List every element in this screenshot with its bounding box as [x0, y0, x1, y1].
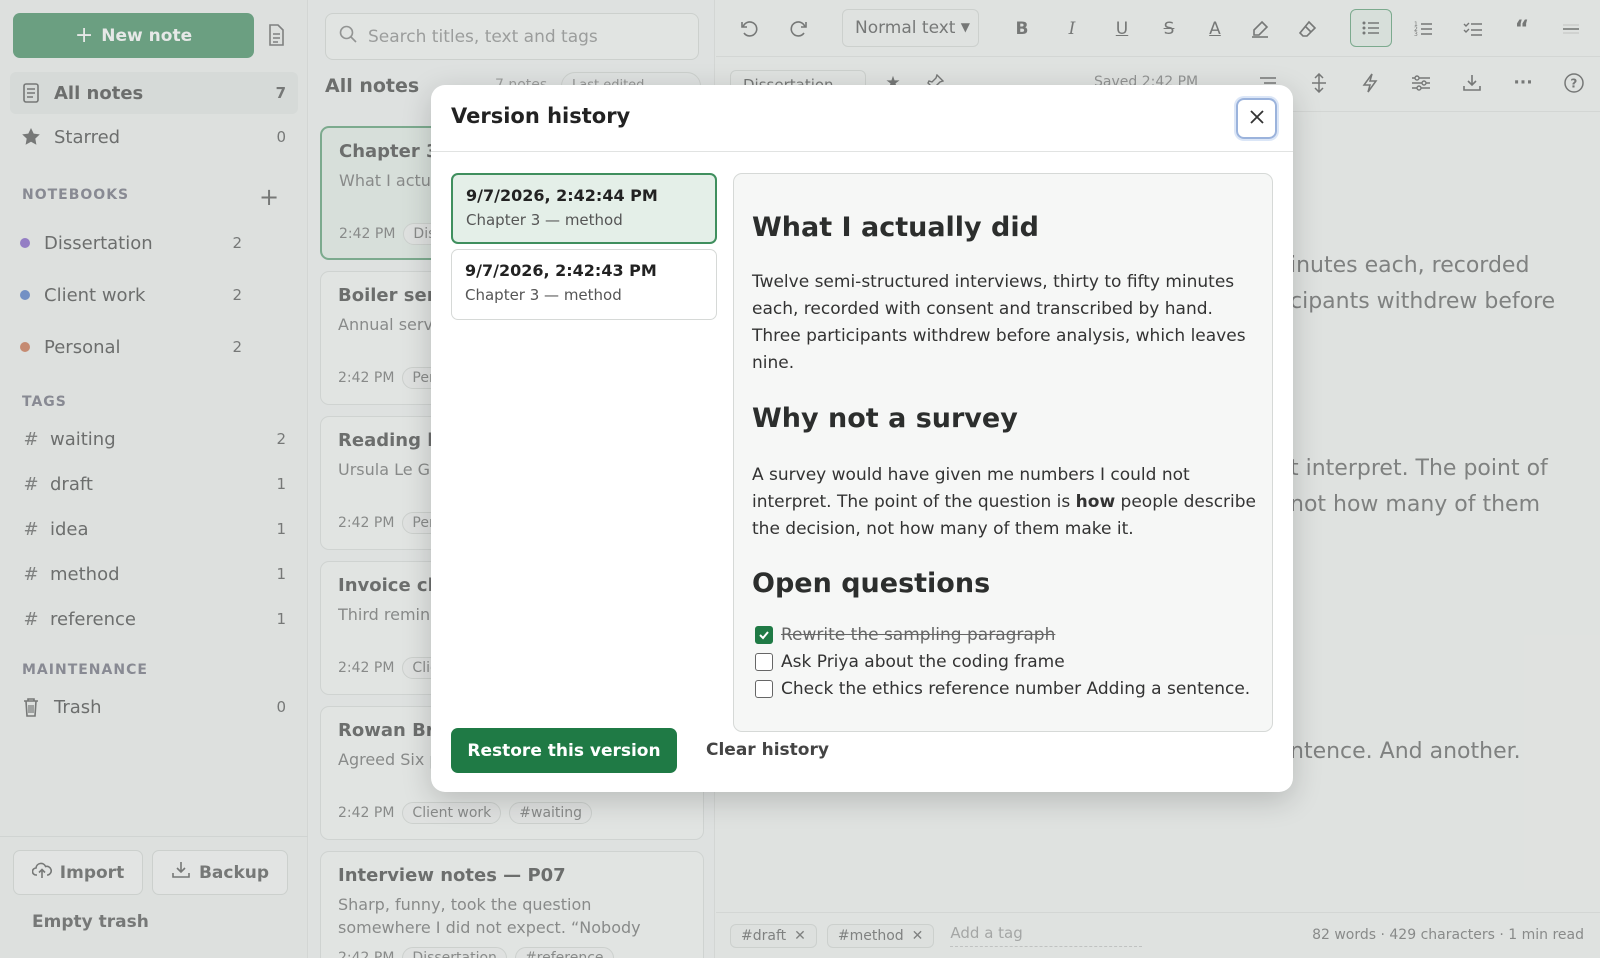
checklist-item-text: Rewrite the sampling paragraph [781, 625, 1056, 645]
checkbox[interactable] [755, 653, 773, 671]
clear-history-button[interactable]: Clear history [706, 740, 829, 760]
version-item[interactable]: 9/7/2026, 2:42:44 PM Chapter 3 — method [451, 173, 717, 244]
version-date: 9/7/2026, 2:42:44 PM [466, 186, 658, 205]
version-history-dialog: Version history 9/7/2026, 2:42:44 PM Cha… [431, 85, 1293, 792]
close-icon [1249, 109, 1265, 129]
version-item[interactable]: 9/7/2026, 2:42:43 PM Chapter 3 — method [451, 249, 717, 320]
dialog-title: Version history [451, 104, 631, 128]
preview-paragraph: Twelve semi-structured interviews, thirt… [752, 272, 1246, 373]
version-date: 9/7/2026, 2:42:43 PM [465, 261, 657, 280]
preview-heading: What I actually did [752, 212, 1039, 243]
close-button[interactable] [1236, 98, 1277, 139]
checklist-item-text: Check the ethics reference number Adding… [781, 679, 1251, 699]
preview-bold-text: how [1075, 492, 1116, 512]
dialog-divider [431, 151, 1293, 152]
checkbox-checked[interactable] [755, 626, 773, 644]
checkbox[interactable] [755, 680, 773, 698]
preview-heading: Why not a survey [752, 403, 1018, 434]
checklist-item-text: Ask Priya about the coding frame [781, 652, 1065, 672]
preview-paragraph: A survey would have given me numbers I c… [752, 462, 1257, 543]
version-title: Chapter 3 — method [466, 211, 623, 229]
restore-version-button[interactable]: Restore this version [451, 728, 677, 773]
checklist-item: Rewrite the sampling paragraph [755, 625, 1055, 645]
checklist-item: Check the ethics reference number Adding… [755, 679, 1250, 699]
checklist-item: Ask Priya about the coding frame [755, 652, 1065, 672]
preview-heading: Open questions [752, 568, 991, 599]
version-preview: What I actually did Twelve semi-structur… [733, 173, 1273, 732]
version-title: Chapter 3 — method [465, 286, 622, 304]
